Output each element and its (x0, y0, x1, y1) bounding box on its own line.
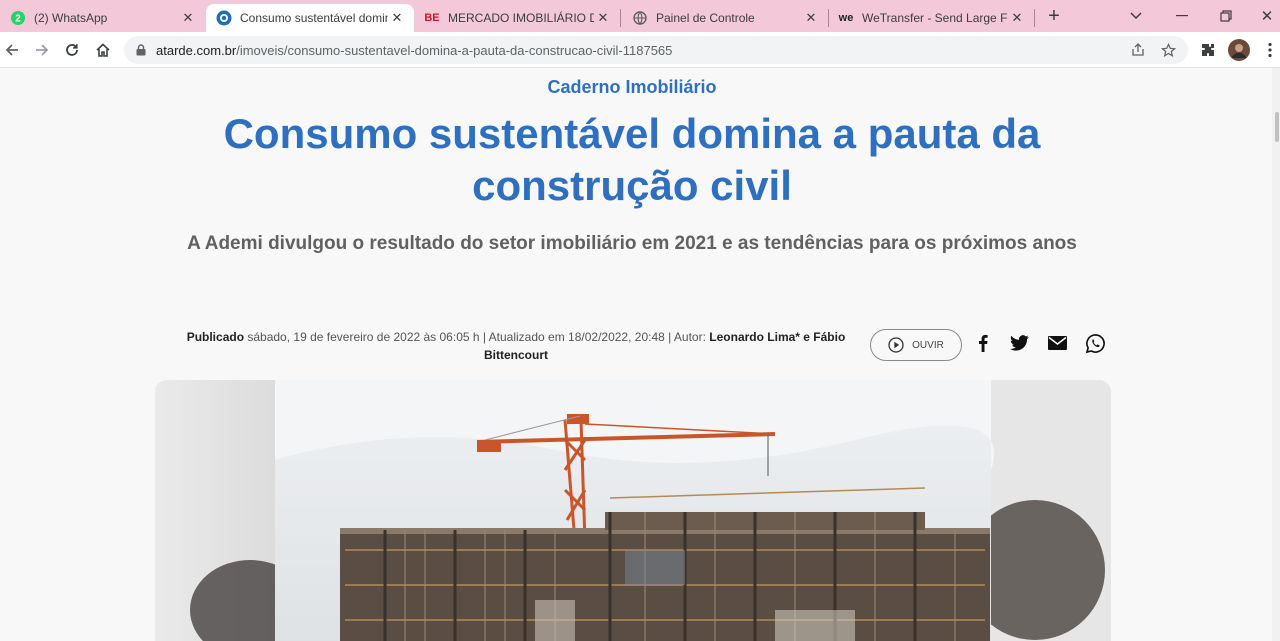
forward-icon[interactable] (30, 38, 54, 62)
be-icon: BE (424, 12, 440, 24)
url-host: atarde.com.br (156, 42, 237, 58)
wetransfer-icon: we (838, 12, 854, 24)
home-icon[interactable] (91, 38, 115, 62)
scrollbar-thumb[interactable] (1275, 112, 1279, 142)
article-subtitle: A Ademi divulgou o resultado do setor im… (187, 233, 1077, 254)
published-dates: sábado, 19 de fevereiro de 2022 às 06:05… (244, 330, 710, 344)
tab-title: Painel de Controle (656, 11, 755, 25)
tab-consumo-sustentavel[interactable]: Consumo sustentável domin ✕ (206, 4, 414, 32)
tab-search-chevron-icon[interactable] (1124, 4, 1148, 28)
close-tab-icon[interactable]: ✕ (388, 9, 406, 27)
play-icon (888, 337, 904, 353)
article-photo[interactable] (155, 380, 1111, 641)
tab-separator (1034, 9, 1035, 27)
whatsapp-icon: 2 (10, 10, 26, 26)
tab-strip: 2 (2) WhatsApp ✕ Consumo sustentável dom… (0, 0, 1280, 32)
article-meta: Publicado sábado, 19 de fevereiro de 202… (176, 328, 856, 364)
share-icon[interactable] (1130, 42, 1146, 58)
minimize-icon[interactable] (1168, 4, 1196, 28)
profile-avatar[interactable] (1227, 38, 1251, 62)
close-tab-icon[interactable]: ✕ (179, 9, 197, 27)
page-scrollbar[interactable] (1272, 68, 1280, 641)
tab-whatsapp[interactable]: 2 (2) WhatsApp ✕ (0, 4, 205, 32)
whatsapp-share-icon[interactable] (1084, 332, 1106, 354)
back-icon[interactable] (0, 38, 24, 62)
globe-icon (632, 10, 648, 26)
atarde-icon (216, 10, 232, 26)
menu-icon[interactable] (1258, 38, 1280, 62)
listen-button[interactable]: OUVIR (870, 329, 962, 361)
restore-icon[interactable] (1212, 4, 1240, 28)
reload-icon[interactable] (60, 38, 84, 62)
section-label[interactable]: Caderno Imobiliário (0, 77, 1264, 98)
star-icon[interactable] (1160, 42, 1176, 58)
lock-icon[interactable] (134, 44, 148, 56)
tab-wetransfer[interactable]: we WeTransfer - Send Large File ✕ (828, 4, 1034, 32)
article-headline: Consumo sustentável domina a pauta da co… (223, 110, 1041, 209)
facebook-icon[interactable] (972, 332, 994, 354)
construction-photo (155, 380, 1111, 641)
tab-title: Consumo sustentável domin (240, 11, 388, 25)
close-window-icon[interactable]: ✕ (1254, 4, 1280, 28)
tab-separator (620, 9, 621, 27)
browser-toolbar: atarde.com.br/imoveis/consumo-sustentave… (0, 32, 1280, 68)
close-tab-icon[interactable]: ✕ (1008, 9, 1026, 27)
url-text[interactable]: atarde.com.br/imoveis/consumo-sustentave… (156, 43, 672, 58)
tab-mercado-imobiliario[interactable]: BE MERCADO IMOBILIÁRIO DA ✕ (414, 4, 620, 32)
new-tab-button[interactable]: + (1042, 4, 1066, 28)
svg-text:2: 2 (15, 14, 21, 25)
tab-title: WeTransfer - Send Large File (862, 11, 1008, 25)
twitter-icon[interactable] (1008, 332, 1030, 354)
address-bar[interactable]: atarde.com.br/imoveis/consumo-sustentave… (124, 36, 1188, 64)
tab-title: (2) WhatsApp (34, 11, 108, 25)
email-icon[interactable] (1046, 332, 1068, 354)
close-tab-icon[interactable]: ✕ (802, 9, 820, 27)
listen-label: OUVIR (912, 339, 944, 351)
extensions-icon[interactable] (1196, 38, 1220, 62)
url-path: /imoveis/consumo-sustentavel-domina-a-pa… (236, 42, 673, 58)
article-page: Caderno Imobiliário Consumo sustentável … (0, 68, 1280, 641)
published-label: Publicado (186, 330, 245, 344)
tab-painel-de-controle[interactable]: Painel de Controle ✕ (622, 4, 828, 32)
tab-title: MERCADO IMOBILIÁRIO DA (448, 11, 594, 25)
close-tab-icon[interactable]: ✕ (594, 9, 612, 27)
